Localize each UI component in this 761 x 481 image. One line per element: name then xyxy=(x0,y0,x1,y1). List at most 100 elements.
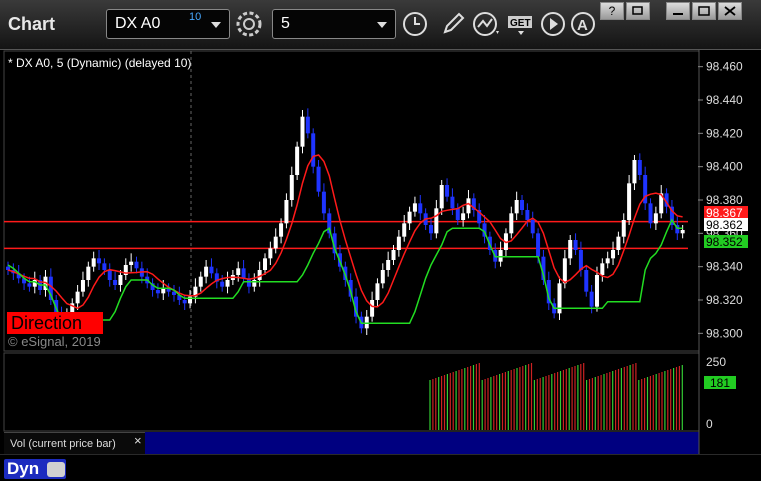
price-tick-label: 98.320 xyxy=(706,293,743,307)
candle-body xyxy=(450,196,455,209)
chart-area[interactable]: 98.460 98.440 98.420 98.400 98.380 98.360 98.3… xyxy=(0,50,761,481)
maximize-button[interactable] xyxy=(692,2,716,20)
get-data-icon[interactable]: GET xyxy=(506,9,536,39)
price-chart[interactable]: 98.46098.44098.42098.40098.38098.36098.3… xyxy=(0,50,761,481)
candle-body xyxy=(627,183,632,220)
play-icon[interactable] xyxy=(538,9,568,39)
price-tick-label: 98.380 xyxy=(706,193,743,207)
candle-body xyxy=(27,283,32,287)
candle-body xyxy=(578,250,583,270)
candle-body xyxy=(600,263,605,275)
restore-button[interactable] xyxy=(626,2,650,20)
candle-body xyxy=(637,160,642,175)
candle-body xyxy=(509,213,514,234)
volume-tag-label: 181 xyxy=(710,376,730,390)
candle-body xyxy=(589,291,594,307)
price-tick-label: 98.340 xyxy=(706,260,743,274)
symbol-input[interactable]: DX A0 10 xyxy=(106,9,230,39)
candle-body xyxy=(396,236,401,250)
clock-icon[interactable] xyxy=(400,9,430,39)
svg-text:GET: GET xyxy=(510,18,531,29)
symbol-delay-badge: 10 xyxy=(189,11,202,23)
candle-body xyxy=(97,258,102,264)
help-button[interactable]: ? xyxy=(600,2,624,20)
candle-body xyxy=(182,300,187,304)
candle-body xyxy=(375,283,380,300)
lock-icon[interactable] xyxy=(47,462,65,477)
study-label: * DX A0, 5 (Dynamic) (delayed 10) xyxy=(8,56,192,70)
candle-body xyxy=(380,270,385,284)
candle-body xyxy=(311,133,316,167)
candle-body xyxy=(530,220,535,234)
candle-body xyxy=(434,208,439,234)
interval-input[interactable]: 5 xyxy=(272,9,396,39)
candle-body xyxy=(605,258,610,264)
price-tag-label: 98.362 xyxy=(706,218,743,232)
candle-body xyxy=(241,268,246,279)
close-icon[interactable]: × xyxy=(134,433,142,448)
candle-body xyxy=(118,275,123,285)
chevron-down-icon[interactable] xyxy=(377,22,387,28)
watermark: © eSignal, 2019 xyxy=(8,334,101,349)
candle-body xyxy=(584,270,589,292)
svg-text:A: A xyxy=(577,17,588,34)
candle-body xyxy=(418,203,423,214)
candle-body xyxy=(273,236,278,249)
volume-tick-label: 0 xyxy=(706,417,713,431)
candle-body xyxy=(161,288,166,294)
close-button[interactable] xyxy=(718,2,742,20)
candle-body xyxy=(316,166,321,192)
minimize-button[interactable] xyxy=(666,2,690,20)
pencil-draw-icon[interactable] xyxy=(438,9,468,39)
candle-body xyxy=(113,280,118,285)
candle-body xyxy=(428,225,433,234)
candle-body xyxy=(300,116,305,147)
candle-body xyxy=(268,248,273,259)
candle-body xyxy=(6,266,10,270)
price-tick-label: 98.400 xyxy=(706,160,743,174)
candle-body xyxy=(155,290,160,294)
candle-body xyxy=(455,208,460,220)
volume-label: Vol (current price bar) xyxy=(10,438,116,450)
candle-body xyxy=(653,213,658,224)
candle-body xyxy=(568,240,573,259)
toolbar: Chart DX A0 10 5 GET A ? xyxy=(0,0,761,50)
settings-gear-icon[interactable] xyxy=(234,9,264,39)
price-pane-frame xyxy=(3,50,700,352)
window-title: Chart xyxy=(8,14,56,34)
candle-body xyxy=(236,268,241,275)
candle-body xyxy=(370,300,375,317)
candle-body xyxy=(648,203,653,224)
candle-body xyxy=(263,258,268,270)
candle-body xyxy=(305,116,310,134)
price-tick-label: 98.420 xyxy=(706,126,743,140)
candle-body xyxy=(102,263,107,270)
candle-body xyxy=(80,280,85,292)
candle-body xyxy=(514,200,519,214)
bottom-bar: Dyn xyxy=(0,455,761,481)
candle-body xyxy=(91,258,96,267)
dynamic-mode-button[interactable]: Dyn xyxy=(4,459,66,479)
candle-body xyxy=(573,240,578,250)
candle-body xyxy=(461,213,466,220)
price-tick-label: 98.300 xyxy=(706,326,743,340)
candle-body xyxy=(279,223,284,237)
volume-pane-strip xyxy=(145,432,699,454)
symbol-value: DX A0 xyxy=(115,15,161,32)
volume-tick-label: 250 xyxy=(706,355,726,369)
trend-draw-icon[interactable] xyxy=(472,9,502,39)
candle-body xyxy=(412,203,417,212)
candle-body xyxy=(225,280,230,287)
candle-body xyxy=(594,275,599,307)
candle-body xyxy=(209,266,214,274)
alert-icon[interactable]: A xyxy=(568,9,598,39)
candle-body xyxy=(107,270,112,280)
volume-pane-label-bar: Vol (current price bar) × xyxy=(4,432,145,454)
chevron-down-icon[interactable] xyxy=(211,22,221,28)
candle-body xyxy=(525,210,530,220)
candle-body xyxy=(520,200,525,210)
candle-body xyxy=(407,211,412,224)
candle-body xyxy=(220,281,225,287)
candle-body xyxy=(364,316,369,329)
candle-body xyxy=(129,261,134,265)
